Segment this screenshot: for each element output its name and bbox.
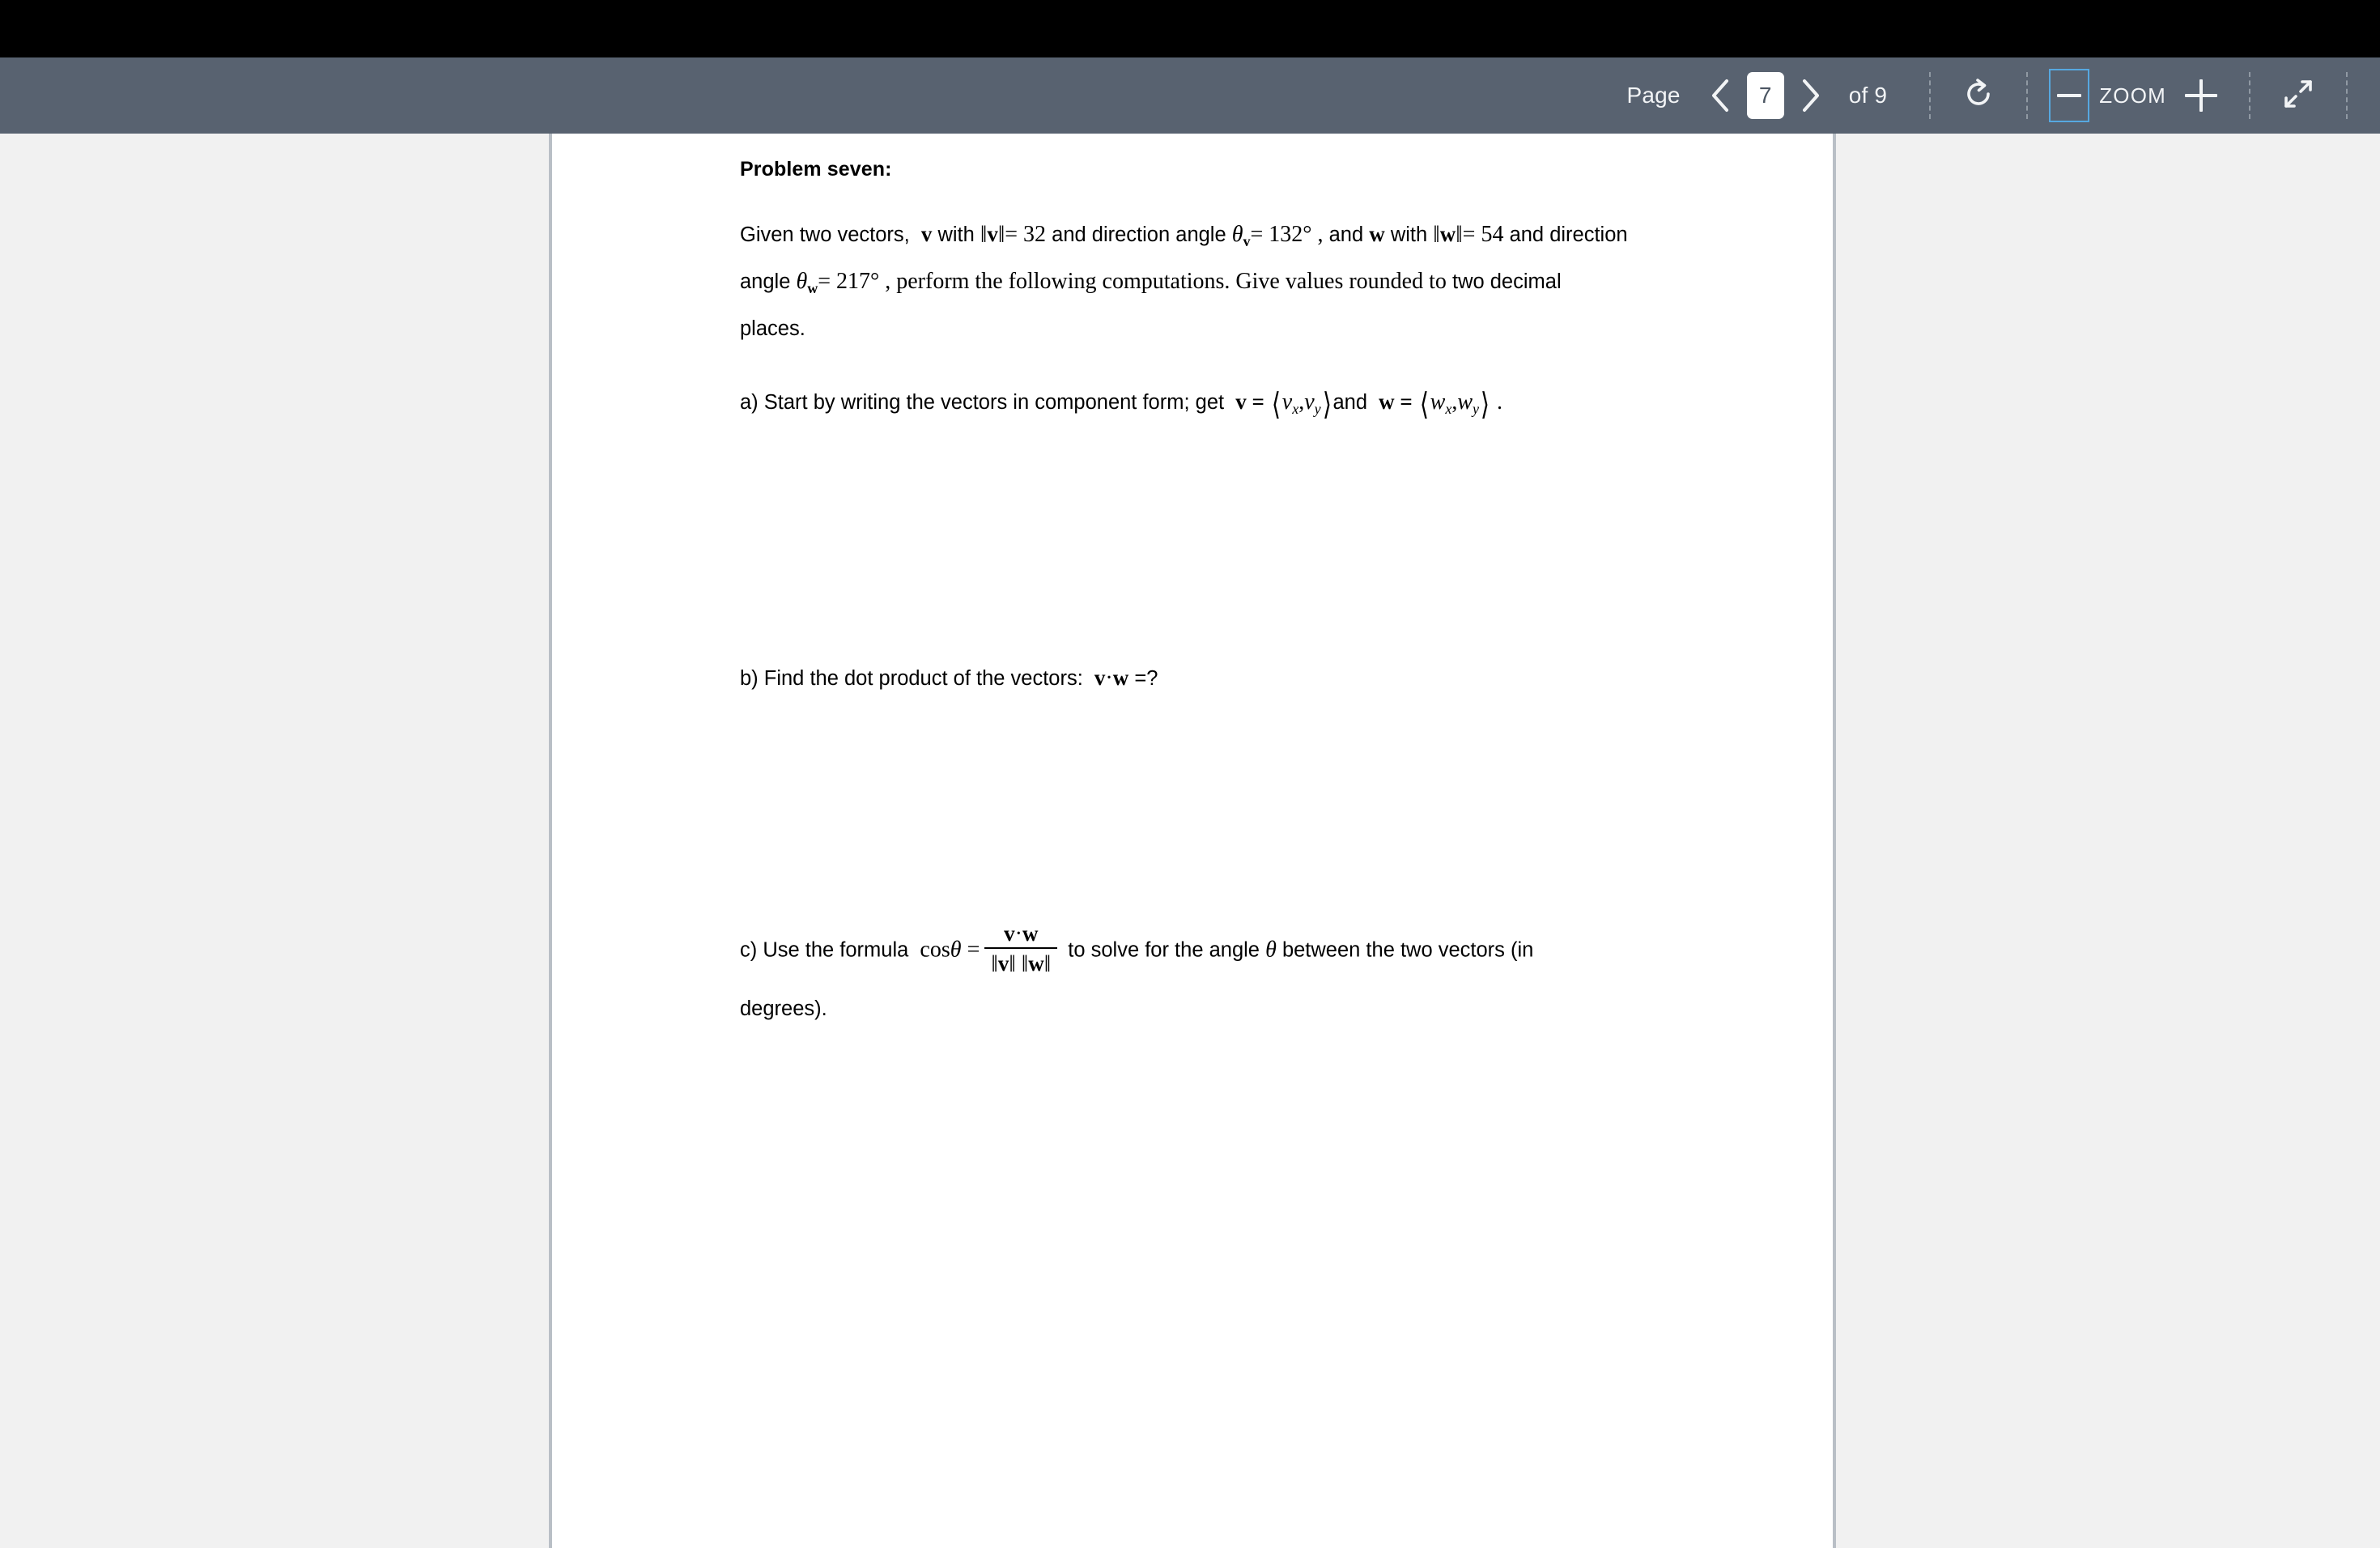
intro-text-5: with <box>1390 223 1428 246</box>
rotate-button[interactable] <box>1952 69 2005 122</box>
theta-w-subscript: w <box>807 280 818 296</box>
part-c-text-mid: to solve for the angle <box>1068 938 1260 962</box>
vector-w-symbol: w <box>1369 222 1385 246</box>
numerator-w: w <box>1022 921 1039 946</box>
part-a-text: a) Start by writing the vectors in compo… <box>740 391 1225 414</box>
part-a-v-equals: v = <box>1235 389 1264 414</box>
theta-v-subscript: v <box>1243 233 1251 249</box>
part-b-v: v <box>1094 666 1106 690</box>
zoom-out-button[interactable] <box>2049 69 2090 122</box>
numerator-dot: · <box>1014 921 1022 946</box>
document-viewport[interactable]: Problem seven: Given two vectors, v with… <box>0 134 2380 1548</box>
toolbar-divider-1 <box>1929 72 1932 119</box>
theta-v-symbol: θ <box>1231 222 1243 247</box>
part-c-theta: θ <box>950 937 962 963</box>
pdf-viewer-toolbar: Page of 9 ZOOM <box>0 57 2380 134</box>
answer-space-b[interactable] <box>740 699 1787 924</box>
part-a-w-equals: w = <box>1379 389 1413 414</box>
part-a-and: and <box>1332 391 1367 414</box>
part-b-text: b) Find the dot product of the vectors: <box>740 667 1083 690</box>
w-y-component: w <box>1457 389 1473 415</box>
part-c: c) Use the formula cosθ = v·w ‖v‖ ‖w‖ to so… <box>740 921 1630 979</box>
part-c-equals: = <box>967 937 980 963</box>
top-black-bar <box>0 0 2380 57</box>
den-norm-open-1: ‖ <box>991 950 998 978</box>
exit-fullscreen-button[interactable] <box>2272 69 2325 122</box>
w-y-subscript: y <box>1473 401 1480 417</box>
part-c-theta-2: θ <box>1265 937 1277 963</box>
minus-icon <box>2057 94 2082 97</box>
denominator-w: w <box>1028 951 1044 976</box>
fraction-numerator: v·w <box>984 921 1058 950</box>
theta-w-value: = 217° , perform the following computati… <box>818 269 1447 294</box>
denominator-v: v <box>997 951 1009 976</box>
angle-bracket-open-2: ⟨ <box>1419 388 1429 422</box>
norm-open-2: ‖ <box>1433 221 1440 248</box>
pdf-page: Problem seven: Given two vectors, v with… <box>549 134 1836 1548</box>
zoom-in-button[interactable] <box>2174 69 2228 122</box>
problem-title: Problem seven: <box>740 158 892 181</box>
problem-statement: Given two vectors, v with ‖v‖= 32 and di… <box>740 214 1630 349</box>
w-x-component: w <box>1430 389 1446 415</box>
page-number-input[interactable] <box>1746 72 1784 119</box>
den-norm-close-2: ‖ <box>1043 950 1052 978</box>
previous-page-button[interactable] <box>1698 71 1742 120</box>
next-page-button[interactable] <box>1789 71 1833 120</box>
part-b: b) Find the dot product of the vectors: … <box>740 657 1630 699</box>
answer-space-a[interactable] <box>740 429 1787 657</box>
cos-label: cos <box>920 937 950 963</box>
angle-bracket-close-1: ⟩ <box>1322 388 1332 422</box>
vector-w-symbol-2: w <box>1439 222 1456 246</box>
intro-text-3: and direction angle <box>1052 223 1226 246</box>
exit-fullscreen-icon <box>2280 76 2316 116</box>
cosine-formula-fraction: v·w ‖v‖ ‖w‖ <box>984 921 1058 977</box>
plus-icon <box>2185 79 2217 112</box>
numerator-v: v <box>1004 921 1015 946</box>
w-magnitude-value: = 54 <box>1462 222 1504 247</box>
vector-v-symbol-2: v <box>987 222 998 246</box>
part-c-last-line: degrees). <box>740 997 827 1020</box>
intro-text-2: with <box>937 223 975 246</box>
angle-bracket-close-2: ⟩ <box>1480 388 1490 422</box>
toolbar-divider-2 <box>2026 72 2029 119</box>
norm-close-2: ‖ <box>1456 221 1463 248</box>
den-norm-open-2: ‖ <box>1021 950 1029 978</box>
part-b-w: w <box>1112 666 1129 690</box>
part-a-period: . <box>1496 389 1502 415</box>
intro-text-1: Given two vectors, <box>740 223 910 246</box>
part-b-equals-question: =? <box>1134 667 1158 690</box>
v-x-subscript: x <box>1292 401 1299 417</box>
angle-bracket-open-1: ⟨ <box>1271 388 1281 422</box>
v-y-subscript: y <box>1314 401 1321 417</box>
theta-w-symbol: θ <box>796 269 808 294</box>
page-navigation-group: Page of 9 <box>1626 57 1908 134</box>
v-y-component: v <box>1304 389 1315 415</box>
v-magnitude-value: = 32 <box>1005 222 1047 247</box>
page-count-label: of 9 <box>1848 83 1888 108</box>
part-c-text-after: between the two vectors (in <box>1281 938 1534 962</box>
vector-v-symbol: v <box>920 222 933 246</box>
theta-v-value: = 132° , <box>1250 222 1324 247</box>
fraction-denominator: ‖v‖ ‖w‖ <box>984 949 1057 977</box>
part-c-continued: degrees). <box>740 989 1630 1029</box>
part-a: a) Start by writing the vectors in compo… <box>740 381 1630 429</box>
toolbar-divider-4 <box>2346 72 2348 119</box>
page-label: Page <box>1626 83 1681 108</box>
rotate-icon <box>1961 76 1996 116</box>
toolbar-divider-3 <box>2249 72 2250 119</box>
zoom-label: ZOOM <box>2099 83 2166 108</box>
den-norm-close-1: ‖ <box>1009 950 1016 978</box>
intro-text-4: and <box>1328 223 1364 246</box>
v-x-component: v <box>1281 389 1293 415</box>
part-b-dot: · <box>1105 666 1113 691</box>
norm-close-1: ‖ <box>997 221 1005 248</box>
part-c-text: c) Use the formula <box>740 938 909 962</box>
